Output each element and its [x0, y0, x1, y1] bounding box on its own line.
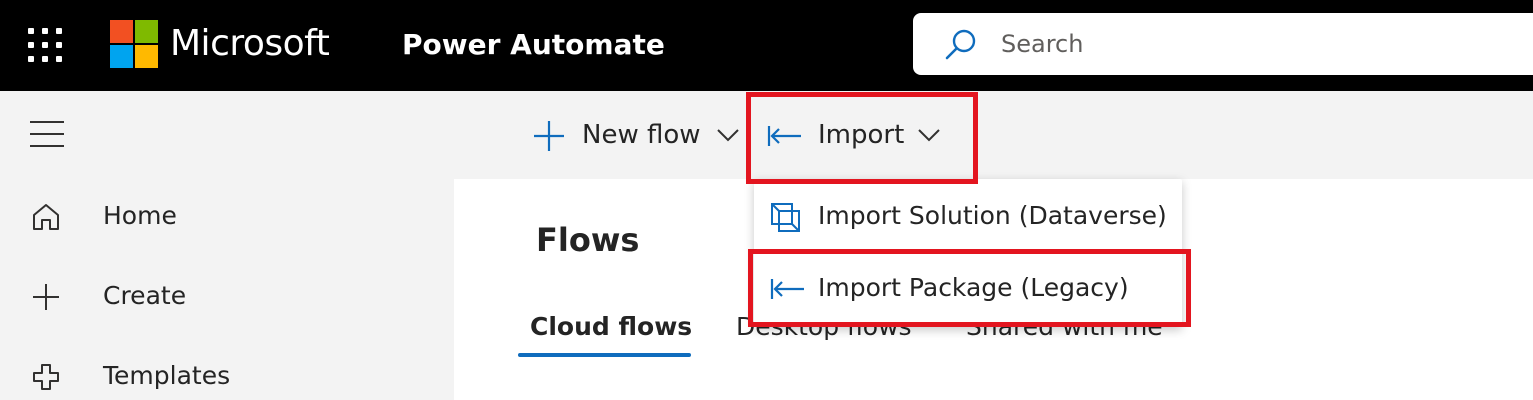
solution-icon: [771, 203, 800, 232]
new-flow-label: New flow: [582, 120, 701, 150]
top-header: Microsoft Power Automate: [0, 0, 1533, 91]
nav-item-label: Templates: [103, 361, 231, 390]
import-label: Import: [818, 120, 905, 150]
page-title: Flows: [536, 221, 640, 259]
app-launcher-icon[interactable]: [28, 28, 62, 62]
nav-item-label: Create: [103, 281, 187, 310]
home-icon: [33, 204, 59, 230]
plus-icon: [33, 284, 59, 310]
templates-icon: [33, 364, 59, 390]
nav-item-label: Home: [103, 201, 177, 230]
left-navigation: Home Create Templates: [0, 91, 454, 400]
import-arrow-icon: [770, 279, 804, 299]
app-name[interactable]: Power Automate: [402, 20, 665, 70]
microsoft-logo-icon: [110, 20, 158, 68]
tab-cloud-flows[interactable]: Cloud flows: [530, 309, 692, 345]
brand-name[interactable]: Microsoft: [170, 16, 330, 72]
menu-item-import-solution[interactable]: Import Solution (Dataverse): [754, 183, 1182, 251]
menu-item-label: Import Solution (Dataverse): [818, 201, 1167, 230]
new-flow-button[interactable]: New flow: [532, 91, 742, 179]
hamburger-menu-icon[interactable]: [30, 121, 64, 147]
menu-item-label: Import Package (Legacy): [818, 273, 1129, 302]
search-icon: [945, 29, 976, 60]
import-arrow-icon: [767, 126, 801, 146]
chevron-down-icon: [918, 129, 940, 142]
active-tab-indicator: [518, 353, 691, 357]
nav-item-templates[interactable]: Templates: [0, 347, 454, 400]
search-input[interactable]: [1001, 25, 1421, 63]
chevron-down-icon[interactable]: [716, 127, 740, 143]
command-bar: New flow Import: [454, 91, 1533, 179]
import-button[interactable]: Import: [767, 91, 967, 179]
nav-item-home[interactable]: Home: [0, 187, 454, 247]
plus-icon: [534, 121, 564, 151]
search-box[interactable]: [913, 13, 1533, 75]
nav-item-create[interactable]: Create: [0, 267, 454, 327]
import-dropdown-menu: Import Solution (Dataverse) Import Packa…: [754, 179, 1182, 327]
menu-item-import-package[interactable]: Import Package (Legacy): [754, 255, 1182, 323]
